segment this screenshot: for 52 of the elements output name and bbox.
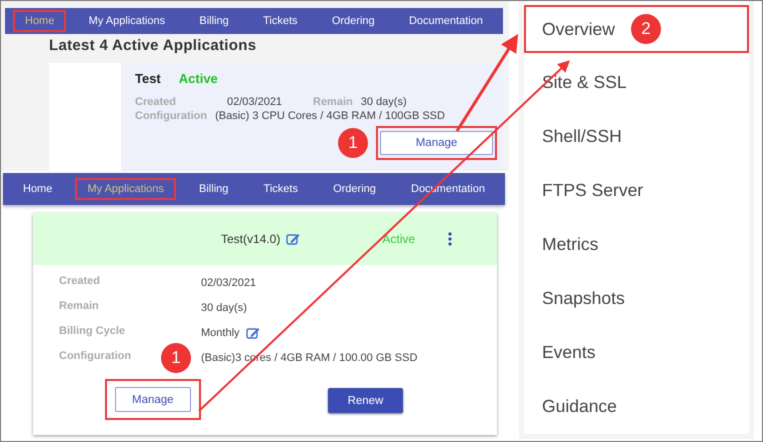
nav-tab[interactable]: My Applications [76,10,178,32]
field-label: Configuration [135,110,208,122]
menu-item[interactable]: Shell/SSH [524,109,749,163]
manage-button[interactable]: Manage [115,387,191,412]
field-label: Created [135,96,177,108]
field-label: Created [59,275,100,289]
nav-tab[interactable]: Home [11,178,64,200]
nav-tab[interactable]: Documentation [396,10,495,32]
step-badge: 1 [338,128,368,158]
nav-tab[interactable]: Billing [187,178,240,200]
status-text: Active [382,232,416,246]
section-heading: Latest 4 Active Applications [49,37,258,54]
menu-label: FTPS Server [542,180,644,200]
field-value: 02/03/2021 [201,277,256,289]
nav-tab[interactable]: Tickets [251,10,310,32]
app-name: Test [135,71,161,86]
nav-tab[interactable]: Billing [187,10,241,32]
manage-button[interactable]: Manage [380,131,493,155]
field-value: (Basic) 3 CPU Cores / 4GB RAM / 100GB SSD [215,110,445,122]
menu-label: Snapshots [542,288,625,308]
menu-item[interactable]: Metrics [524,217,749,271]
menu-label: Guidance [542,396,617,416]
menu-label: Events [542,342,596,362]
status-text: Active [178,71,218,86]
field-label: Remain [59,300,99,314]
nav-tab[interactable]: My Applications [75,178,176,200]
step-badge: 1 [161,343,191,373]
menu-label: Overview [542,18,615,40]
app-name: Test(v14.0) [221,232,280,246]
menu-item[interactable]: Overview 2 [524,5,749,53]
field-value: 02/03/2021 [227,96,284,108]
nav-tab[interactable]: Tickets [252,178,310,200]
edit-icon[interactable] [246,327,260,339]
menu-item[interactable]: Events [524,325,749,379]
field-value: 30 day(s) [360,96,408,108]
menu-label: Metrics [542,234,598,254]
field-value: 30 day(s) [201,302,247,314]
menu-label: Shell/SSH [542,126,622,146]
more-icon[interactable] [448,232,452,246]
renew-button[interactable]: Renew [328,388,404,413]
nav-tab[interactable]: Ordering [320,10,387,32]
field-label: Billing Cycle [59,325,126,339]
field-value: Monthly [201,327,240,339]
menu-item[interactable]: Snapshots [524,271,749,325]
field-label: Configuration [59,350,132,364]
step-badge: 2 [630,14,661,44]
edit-icon[interactable] [286,233,300,245]
field-label: Remain [313,96,353,108]
menu-item[interactable]: FTPS Server [524,163,749,217]
menu-item[interactable]: Guidance [524,379,749,433]
nav-tab[interactable]: Home [13,10,66,32]
nav-tab[interactable]: Ordering [321,178,388,200]
